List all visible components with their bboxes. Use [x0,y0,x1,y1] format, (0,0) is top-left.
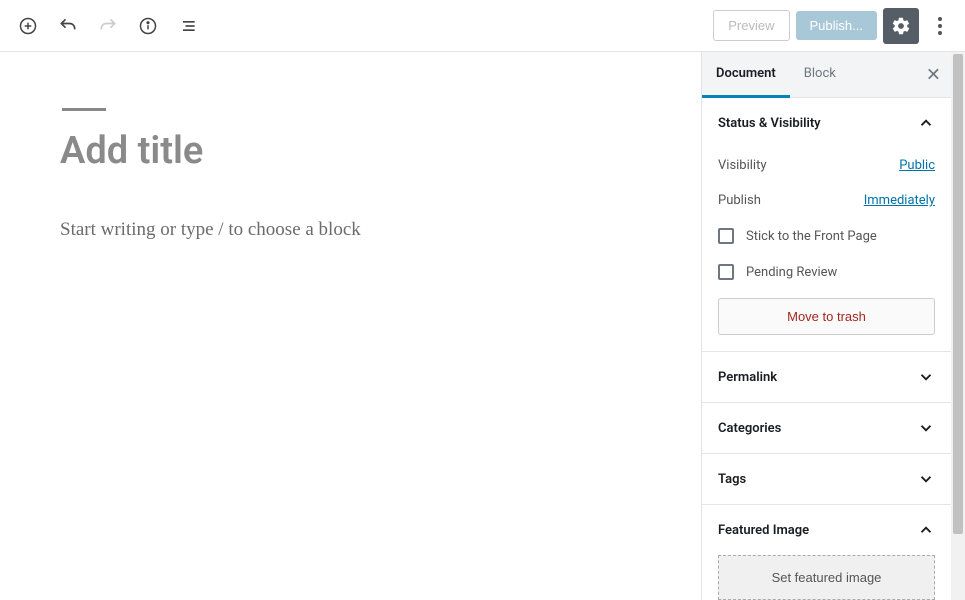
panel-permalink: Permalink [702,352,951,403]
set-featured-image-button[interactable]: Set featured image [718,555,935,600]
panel-featured-image: Featured Image Set featured image [702,505,951,600]
panel-header-status[interactable]: Status & Visibility [702,98,951,148]
chevron-up-icon [917,521,935,539]
checkbox-icon [718,228,734,244]
panel-header-categories[interactable]: Categories [702,403,951,453]
chevron-up-icon [917,114,935,132]
list-icon [178,16,198,36]
chevron-down-icon [917,470,935,488]
panel-status-visibility: Status & Visibility Visibility Public Pu… [702,98,951,352]
gear-icon [891,16,911,36]
panel-header-tags[interactable]: Tags [702,454,951,504]
panel-title: Permalink [718,370,777,385]
publish-label: Publish [718,193,761,208]
scrollbar-thumb[interactable] [953,54,963,534]
undo-icon [58,16,78,36]
panel-header-featured[interactable]: Featured Image [702,505,951,555]
stick-front-page-row[interactable]: Stick to the Front Page [718,218,935,254]
chevron-down-icon [917,368,935,386]
undo-button[interactable] [50,8,86,44]
publish-button[interactable]: Publish... [796,11,877,40]
panel-title: Status & Visibility [718,116,821,131]
outline-button[interactable] [170,8,206,44]
topbar-left [10,8,206,44]
redo-icon [98,16,118,36]
more-vertical-icon [938,17,942,35]
tab-block[interactable]: Block [790,52,850,98]
panel-title: Tags [718,472,746,487]
info-button[interactable] [130,8,166,44]
panel-title: Featured Image [718,523,809,538]
close-sidebar-button[interactable]: ✕ [926,64,941,85]
add-block-button[interactable] [10,8,46,44]
editor-area [0,52,701,600]
chevron-down-icon [917,419,935,437]
visibility-label: Visibility [718,158,767,173]
info-icon [138,16,158,36]
settings-sidebar: Document Block ✕ Status & Visibility Vis… [701,52,965,600]
post-title-input[interactable] [60,129,653,173]
topbar: Preview Publish... [0,0,965,52]
plus-circle-icon [18,16,38,36]
more-options-button[interactable] [925,8,955,44]
sidebar-tabs: Document Block ✕ [702,52,951,98]
main-layout: Document Block ✕ Status & Visibility Vis… [0,52,965,600]
panel-tags: Tags [702,454,951,505]
preview-button[interactable]: Preview [713,10,789,41]
panel-title: Categories [718,421,781,436]
panel-body-featured: Set featured image [702,555,951,600]
scrollbar-track[interactable] [951,52,965,600]
pending-label: Pending Review [746,265,837,280]
checkbox-icon [718,264,734,280]
title-marker [62,108,106,111]
tab-document[interactable]: Document [702,52,790,98]
stick-label: Stick to the Front Page [746,229,877,244]
visibility-row: Visibility Public [718,148,935,183]
publish-row: Publish Immediately [718,183,935,218]
panel-categories: Categories [702,403,951,454]
redo-button [90,8,126,44]
topbar-right: Preview Publish... [713,8,955,44]
panel-header-permalink[interactable]: Permalink [702,352,951,402]
move-to-trash-button[interactable]: Move to trash [718,298,935,335]
settings-button[interactable] [883,8,919,44]
pending-review-row[interactable]: Pending Review [718,254,935,290]
panel-body-status: Visibility Public Publish Immediately St… [702,148,951,351]
publish-value-link[interactable]: Immediately [864,193,935,208]
visibility-value-link[interactable]: Public [899,158,935,173]
post-content-input[interactable] [60,219,653,241]
close-icon: ✕ [926,64,941,84]
